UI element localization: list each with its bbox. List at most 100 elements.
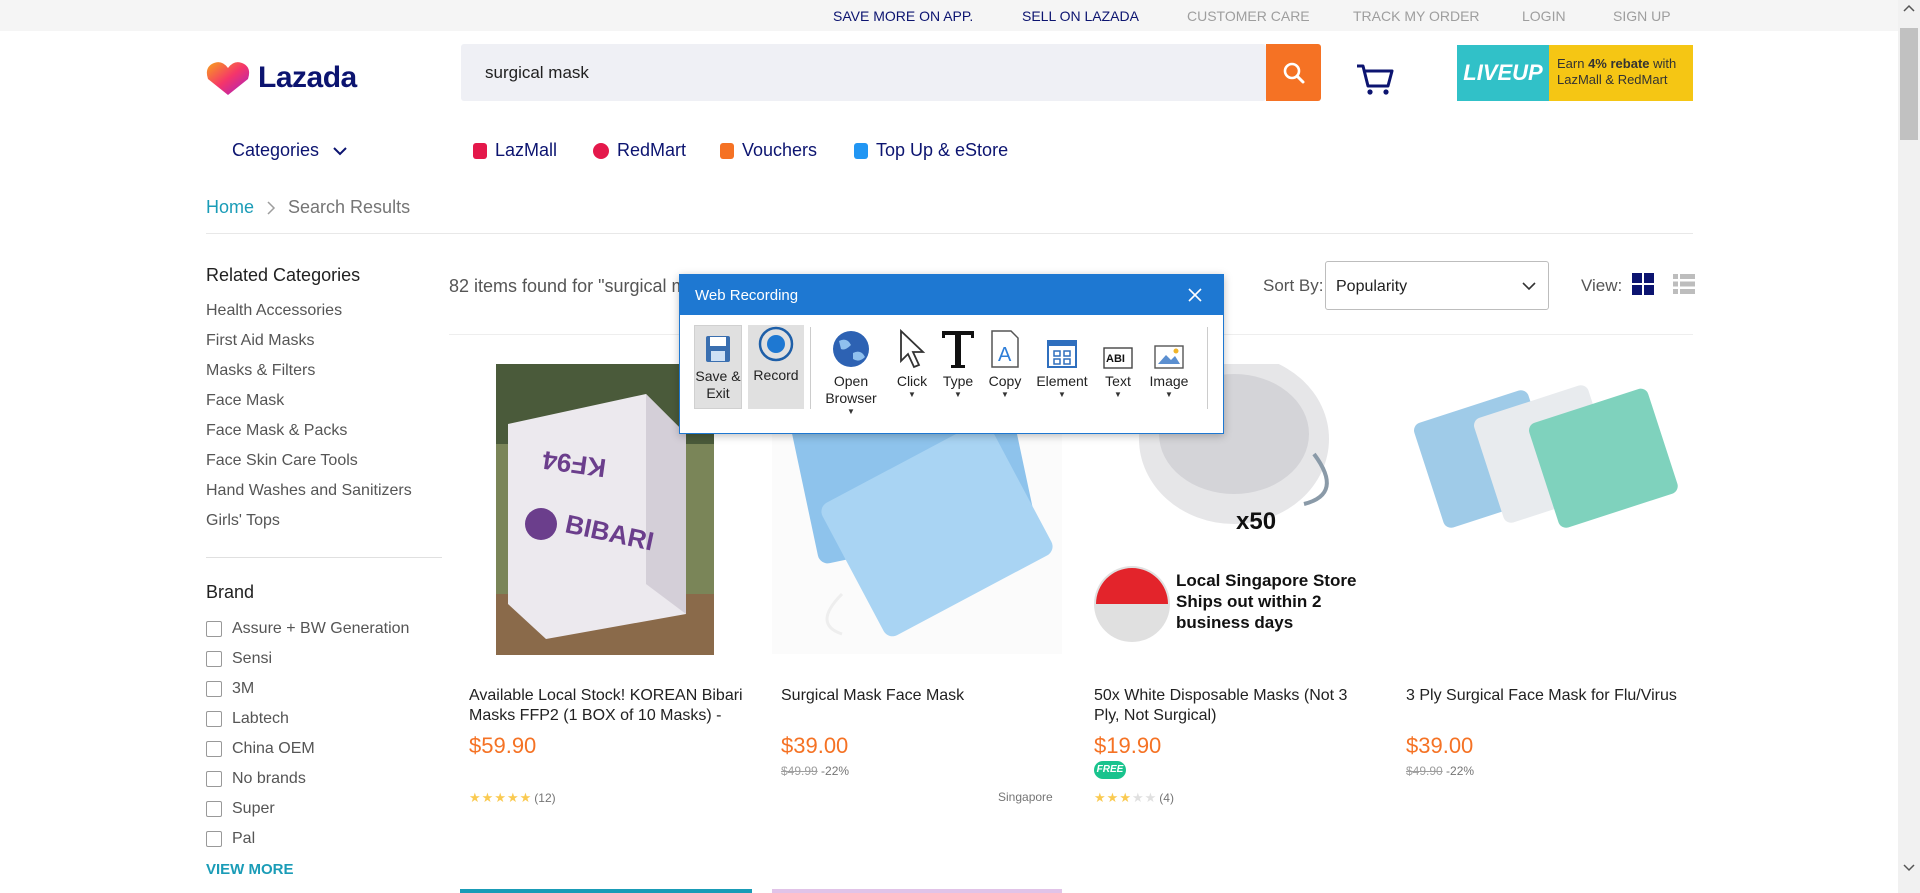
product-title[interactable]: Available Local Stock! KOREAN Bibari Mas…	[469, 686, 751, 726]
brand-filter-option[interactable]: Labtech	[206, 710, 289, 728]
checkbox[interactable]	[206, 831, 222, 847]
scrollbar-thumb[interactable]	[1900, 28, 1918, 140]
element-icon	[1047, 340, 1077, 368]
product-image[interactable]	[1406, 364, 1686, 644]
3ply-mask-photo	[1406, 364, 1686, 564]
tool-label: Open Browser	[825, 373, 877, 406]
text-button[interactable]: ABI Text ▼	[1098, 325, 1138, 400]
product-rating: ★ ★ ★ ★ ★ (12)	[469, 790, 556, 805]
breadcrumb-current: Search Results	[288, 197, 411, 217]
grid-view-icon[interactable]	[1632, 273, 1654, 295]
product-title[interactable]: 50x White Disposable Masks (Not 3 Ply, N…	[1094, 686, 1376, 726]
save-more-on-app-link[interactable]: SAVE MORE ON APP.	[833, 8, 973, 24]
related-category-link[interactable]: Face Mask & Packs	[206, 422, 347, 440]
brand-filter-option[interactable]: Sensi	[206, 650, 272, 668]
customer-care-link[interactable]: CUSTOMER CARE	[1187, 8, 1310, 24]
related-category-link[interactable]: Girls' Tops	[206, 512, 280, 530]
sort-by-label: Sort By:	[1263, 276, 1324, 295]
record-button[interactable]: Record	[748, 325, 804, 409]
scroll-down-icon[interactable]	[1903, 864, 1915, 872]
dialog-title: Web Recording	[680, 275, 1223, 315]
related-category-link[interactable]: First Aid Masks	[206, 332, 314, 350]
type-button[interactable]: Type ▼	[938, 325, 978, 400]
sign-up-link[interactable]: SIGN UP	[1613, 8, 1671, 24]
lazada-heart-icon	[206, 62, 250, 95]
type-icon	[942, 331, 974, 368]
search-bar	[461, 44, 1266, 101]
cart-button[interactable]	[1355, 58, 1395, 98]
click-button[interactable]: Click ▼	[892, 325, 932, 400]
nav-item-lazmall[interactable]: LazMall	[473, 140, 557, 161]
view-more-link[interactable]: VIEW MORE	[206, 861, 294, 878]
liveup-banner[interactable]: LIVEUP Earn 4% rebate with LazMall & Red…	[1457, 45, 1693, 101]
brand-label: No brands	[232, 770, 306, 787]
tool-label: Image	[1149, 373, 1189, 389]
list-view-icon[interactable]	[1673, 273, 1695, 295]
chevron-down-icon	[333, 146, 347, 155]
checkbox[interactable]	[206, 711, 222, 727]
related-category-link[interactable]: Face Skin Care Tools	[206, 452, 358, 470]
sort-value: Popularity	[1336, 278, 1408, 295]
nav-item-label: RedMart	[617, 140, 687, 160]
product-card-edge	[460, 889, 752, 893]
save-exit-button[interactable]: Save & Exit	[694, 325, 742, 409]
related-category-link[interactable]: Health Accessories	[206, 302, 342, 320]
checkbox[interactable]	[206, 741, 222, 757]
copy-button[interactable]: A Copy ▼	[984, 325, 1026, 400]
brand-label: Assure + BW Generation	[232, 620, 410, 637]
brand-filter-option[interactable]: Assure + BW Generation	[206, 620, 409, 638]
brand-label: 3M	[232, 680, 255, 697]
lazada-logo[interactable]: Lazada	[206, 58, 386, 98]
checkbox[interactable]	[206, 771, 222, 787]
breadcrumb: Home Search Results	[206, 197, 410, 218]
free-shipping-badge: FREE	[1094, 761, 1126, 779]
sell-on-lazada-link[interactable]: SELL ON LAZADA	[1022, 8, 1139, 24]
brand-label: Pal	[232, 830, 256, 847]
categories-menu[interactable]: Categories	[232, 140, 347, 161]
tool-label: Record	[753, 367, 799, 383]
search-input[interactable]	[461, 44, 1266, 101]
track-my-order-link[interactable]: TRACK MY ORDER	[1353, 8, 1480, 24]
open-browser-button[interactable]: Open Browser ▼	[816, 325, 886, 417]
brand-filter-option[interactable]: 3M	[206, 680, 254, 698]
product-title[interactable]: Surgical Mask Face Mask	[781, 686, 1063, 706]
product-title[interactable]: 3 Ply Surgical Face Mask for Flu/Virus	[1406, 686, 1688, 706]
related-categories-title: Related Categories	[206, 265, 361, 285]
search-button[interactable]	[1266, 44, 1321, 101]
image-button[interactable]: Image ▼	[1144, 325, 1194, 400]
sidebar-divider	[206, 557, 442, 558]
product-price: $39.00	[781, 733, 849, 758]
brand-filter-option[interactable]: Pal	[206, 830, 255, 848]
element-button[interactable]: Element ▼	[1032, 325, 1092, 400]
sort-select[interactable]: Popularity	[1325, 261, 1549, 310]
related-category-link[interactable]: Masks & Filters	[206, 362, 315, 380]
close-icon[interactable]	[1184, 284, 1206, 306]
checkbox[interactable]	[206, 651, 222, 667]
brand-filter-option[interactable]: No brands	[206, 770, 306, 788]
record-icon	[758, 326, 794, 362]
nav-item-redmart[interactable]: RedMart	[593, 140, 686, 161]
brand-filter-option[interactable]: Super	[206, 800, 275, 818]
scroll-up-icon[interactable]	[1903, 4, 1915, 12]
toolbar-separator	[810, 327, 811, 409]
product-price: $59.90	[469, 733, 537, 758]
product-price: $39.00	[1406, 733, 1474, 758]
brand-filter-option[interactable]: China OEM	[206, 740, 315, 758]
checkbox[interactable]	[206, 681, 222, 697]
checkbox[interactable]	[206, 621, 222, 637]
product-price: $19.90	[1094, 733, 1162, 758]
review-count: (12)	[534, 791, 556, 805]
voucher-icon	[720, 142, 734, 159]
breadcrumb-home[interactable]: Home	[206, 197, 254, 218]
related-category-link[interactable]: Hand Washes and Sanitizers	[206, 482, 412, 500]
related-category-link[interactable]: Face Mask	[206, 392, 284, 410]
copy-icon: A	[991, 330, 1019, 368]
tool-label: Copy	[988, 373, 1022, 389]
checkbox[interactable]	[206, 801, 222, 817]
nav-item-top-up[interactable]: Top Up & eStore	[854, 140, 1008, 161]
login-link[interactable]: LOGIN	[1522, 8, 1566, 24]
product-old-price: $49.90 -22%	[1406, 764, 1475, 778]
logo-text: Lazada	[258, 61, 357, 94]
svg-text:business days: business days	[1176, 613, 1293, 632]
nav-item-vouchers[interactable]: Vouchers	[720, 140, 817, 161]
